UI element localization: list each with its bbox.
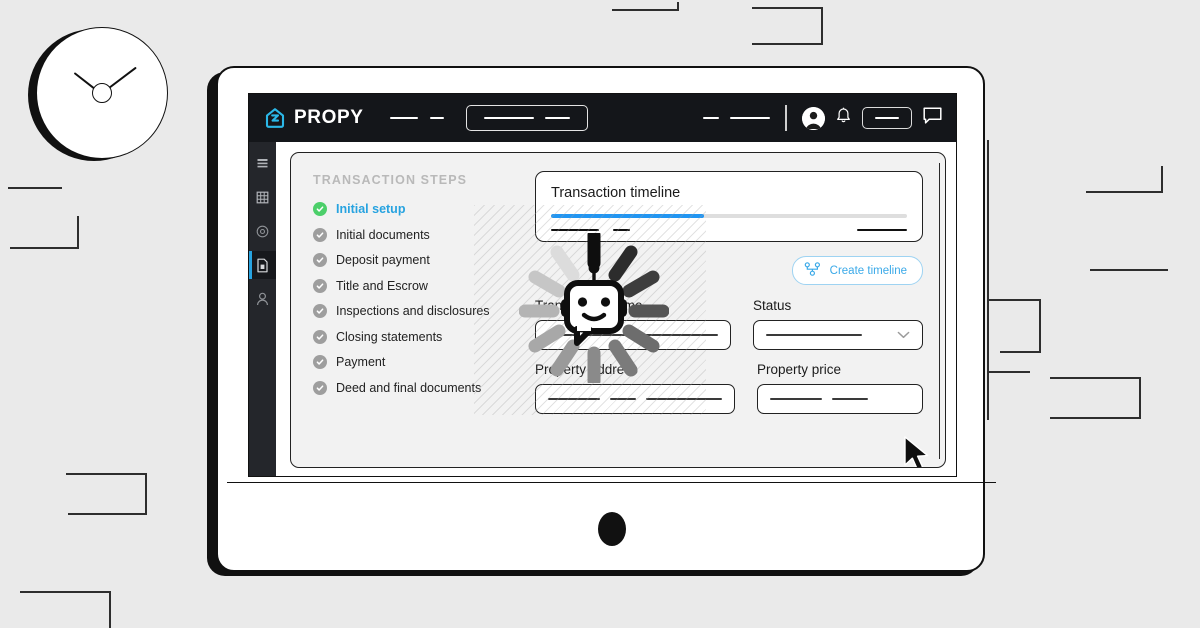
timeline-progress-bar [551, 214, 907, 218]
timeline-title: Transaction timeline [551, 185, 681, 201]
screenshot-stage: PROPY TRANSACTION STEPS Initial setup In… [0, 0, 1200, 628]
check-icon [313, 202, 327, 216]
sidebar-item-documents[interactable] [249, 251, 276, 279]
check-icon [313, 278, 327, 293]
step-item[interactable]: Inspections and disclosures [313, 304, 513, 318]
transaction-panel: TRANSACTION STEPS Initial setup Initial … [290, 152, 946, 468]
timeline-marks [551, 229, 907, 231]
step-label: Initial documents [336, 227, 430, 242]
timeline-mark [613, 229, 630, 231]
create-timeline-label: Create timeline [829, 264, 907, 277]
search-placeholder-2 [544, 117, 570, 119]
clock-center-hub [92, 83, 112, 103]
search-placeholder-1 [483, 117, 534, 119]
nav-dash-long[interactable] [730, 117, 771, 119]
value-placeholder [548, 334, 718, 336]
value-placeholder [610, 398, 636, 400]
value-placeholder [770, 398, 822, 400]
chevron-down-icon [897, 326, 910, 344]
step-label: Deposit payment [336, 253, 430, 267]
pill-placeholder [875, 117, 899, 119]
propy-house-logo-icon [263, 106, 287, 130]
create-timeline-button[interactable]: Create timeline [791, 256, 923, 285]
nav-placeholder-1[interactable] [389, 117, 418, 119]
transaction-main-column: Transaction timeline Create timeline Tra… [535, 171, 923, 449]
header-divider [785, 105, 787, 131]
search-input[interactable] [465, 105, 588, 131]
property-address-label: Property address [535, 362, 638, 377]
status-select[interactable] [753, 320, 923, 350]
nav-placeholder-2[interactable] [429, 117, 444, 119]
status-label: Status [753, 298, 792, 313]
monitor-chin [227, 482, 996, 574]
bell-icon[interactable] [836, 107, 851, 129]
sidebar-item-target[interactable] [249, 217, 276, 245]
sidebar-item-grid[interactable] [249, 183, 276, 211]
transaction-name-field-group: Transaction name [535, 298, 731, 350]
step-label: Closing statements [336, 329, 443, 344]
mouse-pointer-cursor [903, 436, 933, 467]
nav-dash-short[interactable] [703, 117, 720, 119]
header-right-cluster [703, 105, 942, 131]
property-price-field-group: Property price [757, 362, 923, 414]
step-item[interactable]: Initial setup [313, 202, 513, 216]
avatar[interactable] [802, 106, 825, 130]
desktop-monitor: PROPY TRANSACTION STEPS Initial setup In… [207, 66, 996, 576]
chat-bubble-icon[interactable] [923, 106, 942, 130]
step-item[interactable]: Closing statements [313, 329, 513, 344]
transaction-name-label: Transaction name [535, 298, 643, 313]
monitor-bezel: PROPY TRANSACTION STEPS Initial setup In… [216, 66, 996, 572]
scrollbar[interactable] [938, 163, 940, 459]
sidebar-item-profile[interactable] [249, 285, 276, 313]
check-icon [313, 329, 327, 344]
clock-illustration [28, 27, 168, 167]
step-item[interactable]: Deposit payment [313, 253, 513, 267]
step-item[interactable]: Deed and final documents [313, 380, 513, 395]
check-icon [313, 355, 327, 369]
check-icon [313, 227, 327, 242]
brand-name: PROPY [294, 107, 364, 128]
value-placeholder [766, 334, 862, 336]
step-label: Initial setup [336, 202, 406, 216]
sidebar-rail [249, 142, 276, 476]
check-icon [313, 253, 327, 267]
step-label: Payment [336, 355, 386, 369]
step-label: Inspections and disclosures [336, 304, 490, 318]
transaction-timeline-card: Transaction timeline [535, 171, 923, 242]
status-field-group: Status [753, 298, 923, 350]
header-nav[interactable] [389, 117, 444, 119]
step-label: Deed and final documents [336, 380, 482, 395]
timeline-progress-fill [551, 214, 705, 218]
sidebar-item-list[interactable] [249, 149, 276, 177]
transaction-steps-list: TRANSACTION STEPS Initial setup Initial … [313, 171, 513, 449]
check-icon [313, 380, 327, 395]
value-placeholder [646, 398, 722, 400]
step-item[interactable]: Initial documents [313, 227, 513, 242]
app-content: TRANSACTION STEPS Initial setup Initial … [276, 142, 956, 476]
property-price-label: Property price [757, 362, 842, 377]
step-item[interactable]: Title and Escrow [313, 278, 513, 293]
workflow-nodes-icon [804, 262, 821, 279]
property-price-field[interactable] [757, 384, 923, 414]
step-label: Title and Escrow [336, 278, 428, 293]
monitor-screen: PROPY TRANSACTION STEPS Initial setup In… [248, 93, 957, 477]
value-placeholder [548, 398, 600, 400]
brand-logo[interactable]: PROPY [263, 106, 364, 130]
timeline-mark [857, 229, 907, 231]
property-address-field[interactable] [535, 384, 735, 414]
transaction-name-field[interactable] [535, 320, 731, 350]
steps-heading: TRANSACTION STEPS [313, 173, 468, 187]
timeline-mark [551, 229, 599, 231]
app-header: PROPY [249, 94, 956, 142]
property-address-field-group: Property address [535, 362, 735, 414]
create-timeline-row: Create timeline [535, 256, 923, 285]
step-item[interactable]: Payment [313, 355, 513, 369]
account-pill[interactable] [862, 107, 912, 129]
value-placeholder [832, 398, 868, 400]
check-icon [313, 304, 327, 318]
monitor-logo-dot [597, 511, 626, 546]
transaction-form: Transaction name Status Property address… [535, 298, 923, 414]
